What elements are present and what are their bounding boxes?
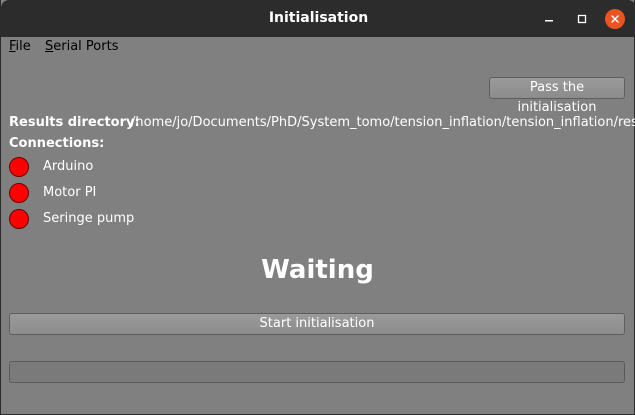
connection-seringe-pump: Seringe pump (9, 209, 309, 231)
status-led-icon (9, 209, 29, 229)
results-directory-path: /home/jo/Documents/PhD/System_tomo/tensi… (131, 115, 635, 130)
progress-bar (9, 361, 625, 383)
status-led-icon (9, 183, 29, 203)
initialisation-window: Initialisation File Serial Ports Pass th… (0, 0, 635, 415)
status-led-icon (9, 157, 29, 177)
results-directory-label: Results directory: (9, 115, 140, 130)
connection-motor-pi: Motor PI (9, 183, 309, 205)
close-button[interactable] (605, 9, 625, 29)
connection-label: Seringe pump (43, 211, 135, 226)
maximize-button[interactable] (572, 9, 592, 29)
status-text: Waiting (261, 255, 374, 285)
maximize-icon (577, 14, 587, 24)
menu-serial-ports[interactable]: Serial Ports (45, 39, 118, 54)
connection-label: Arduino (43, 159, 94, 174)
close-icon (611, 15, 619, 23)
title-bar[interactable]: Initialisation (1, 0, 635, 37)
connection-arduino: Arduino (9, 157, 309, 179)
minimize-button[interactable] (539, 9, 559, 29)
minimize-icon (545, 20, 553, 22)
menu-serial-rest: erial Ports (53, 39, 119, 54)
connection-label: Motor PI (43, 185, 97, 200)
menu-bar: File Serial Ports (1, 37, 634, 59)
pass-initialisation-button[interactable]: Pass the initialisation (489, 77, 625, 115)
start-initialisation-button[interactable]: Start initialisation (9, 313, 625, 335)
menu-file-rest: ile (15, 39, 31, 54)
menu-file[interactable]: File (9, 39, 31, 54)
connections-label: Connections: (9, 136, 105, 151)
